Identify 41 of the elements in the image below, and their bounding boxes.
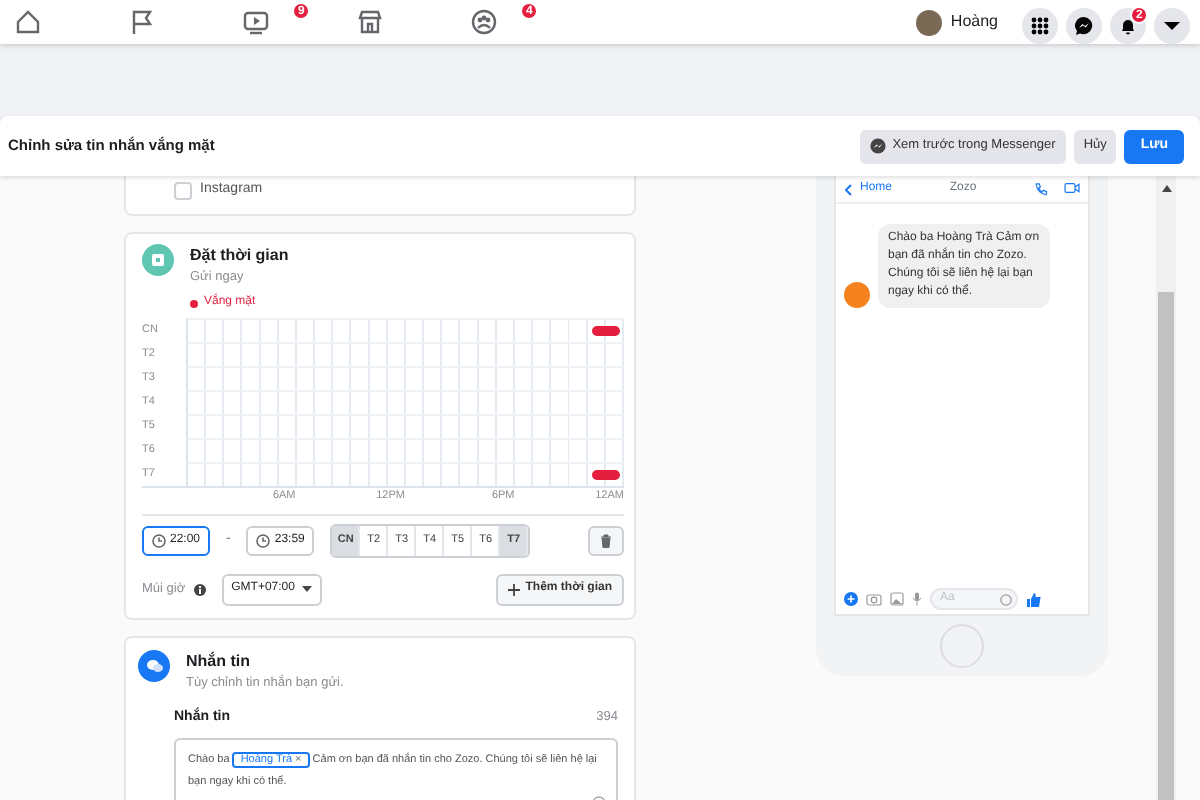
home-icon[interactable] [14, 8, 42, 36]
absence-bar[interactable] [592, 470, 620, 481]
trash-icon [600, 533, 612, 547]
scroll-up-arrow-icon[interactable] [1161, 184, 1171, 192]
video-play-icon[interactable] [242, 8, 270, 36]
delete-button[interactable] [588, 525, 624, 555]
plus-icon [507, 583, 520, 595]
thumbs-up-icon[interactable] [1026, 591, 1042, 607]
clock-icon [152, 533, 166, 547]
store-icon[interactable] [356, 8, 384, 36]
phone-icon [1033, 182, 1048, 196]
video-camera-icon [1063, 182, 1080, 194]
caret-icon [302, 585, 313, 593]
legend-dot [190, 299, 198, 308]
apps-grid-icon [1030, 15, 1050, 35]
scrollbar-thumb[interactable] [1158, 292, 1174, 800]
messenger-icon [1074, 15, 1094, 35]
card-title: Nhắn tin [186, 649, 252, 673]
flag-icon[interactable] [128, 8, 156, 36]
page-avatar [844, 282, 870, 308]
card-title: Đặt thời gian [190, 243, 289, 267]
absence-bar[interactable] [592, 326, 620, 337]
emoji-icon [1000, 593, 1012, 605]
messenger-button[interactable] [1066, 7, 1102, 43]
plus-circle-icon[interactable] [844, 592, 858, 606]
camera-icon[interactable] [866, 592, 882, 606]
microphone-icon[interactable] [912, 592, 922, 606]
chat-bubbles-icon [138, 649, 170, 681]
profile-name[interactable]: Hoàng [950, 10, 998, 34]
dropdown-caret-button[interactable] [1154, 7, 1190, 43]
info-icon [193, 583, 206, 595]
image-icon[interactable] [890, 592, 904, 606]
apps-grid-button[interactable] [1022, 7, 1058, 43]
scrollbar[interactable] [1156, 176, 1176, 800]
messenger-icon [870, 138, 887, 154]
avatar[interactable] [916, 9, 943, 35]
schedule-icon [142, 243, 174, 275]
bell-icon [1118, 15, 1138, 35]
clock-icon [256, 533, 271, 547]
back-chevron-icon [844, 183, 852, 195]
checkbox[interactable] [174, 181, 192, 200]
